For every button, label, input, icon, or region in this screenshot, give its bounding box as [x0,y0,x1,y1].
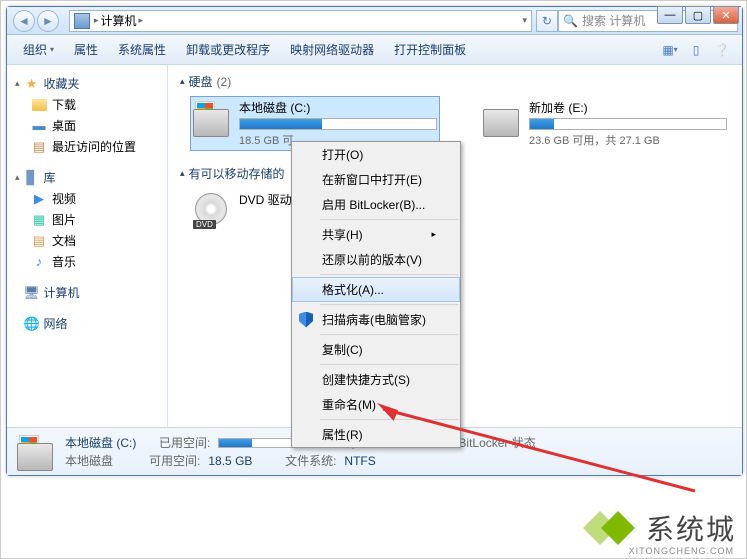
dropdown-icon[interactable]: ▾ [522,15,527,26]
drive-icon [17,433,57,471]
sidebar-item-videos[interactable]: ▶视频 [11,188,163,209]
view-menu[interactable]: ▦ ▾ [658,39,682,61]
sidebar-item-recent[interactable]: ▤最近访问的位置 [11,136,163,157]
menu-open[interactable]: 打开(O) [292,142,460,167]
menu-scan-virus[interactable]: 扫描病毒(电脑管家) [292,307,460,332]
map-drive-button[interactable]: 映射网络驱动器 [282,37,382,62]
drive-e[interactable]: 新加卷 (E:) 23.6 GB 可用，共 27.1 GB [480,96,730,151]
menu-open-new-window[interactable]: 在新窗口中打开(E) [292,167,460,192]
sidebar-item-pictures[interactable]: ▦图片 [11,209,163,230]
music-icon: ♪ [31,254,47,270]
properties-button[interactable]: 属性 [66,37,106,62]
library-icon: ▊ [24,170,40,186]
star-icon: ★ [24,76,40,92]
menu-properties[interactable]: 属性(R) [292,422,460,447]
computer-group[interactable]: ▴🖥计算机 [11,282,163,303]
hdd-group-header[interactable]: ▴硬盘 (2) [180,73,730,90]
minimize-button[interactable]: — [657,6,683,24]
title-bar: ◄ ► ▸ 计算机 ▸ ▾ ↻ 🔍 搜索 计算机 [7,7,742,35]
document-icon: ▤ [31,233,47,249]
navigation-pane: ▴★收藏夹 下载 ▬桌面 ▤最近访问的位置 ▴▊库 ▶视频 ▦图片 ▤文档 ♪音… [7,65,168,427]
menu-separator [320,304,458,305]
menu-format[interactable]: 格式化(A)... [292,277,460,302]
organize-menu[interactable]: 组织▾ [15,37,62,62]
libraries-group[interactable]: ▴▊库 [11,167,163,188]
menu-separator [320,219,458,220]
back-button[interactable]: ◄ [13,10,35,32]
video-icon: ▶ [31,191,47,207]
control-panel-button[interactable]: 打开控制面板 [386,37,474,62]
window-controls: — ▢ ✕ [657,6,739,24]
computer-icon [74,13,90,29]
forward-button[interactable]: ► [37,10,59,32]
close-button[interactable]: ✕ [713,6,739,24]
drive-icon [193,99,233,137]
sidebar-item-desktop[interactable]: ▬桌面 [11,115,163,136]
toolbar: 组织▾ 属性 系统属性 卸载或更改程序 映射网络驱动器 打开控制面板 ▦ ▾ ▯… [7,35,742,65]
status-drive-name: 本地磁盘 (C:) [65,434,136,451]
drive-name: 新加卷 (E:) [529,99,727,116]
sidebar-item-downloads[interactable]: 下载 [11,94,163,115]
maximize-button[interactable]: ▢ [685,6,711,24]
address-bar[interactable]: ▸ 计算机 ▸ ▾ [69,10,532,32]
watermark: 系统城 [588,508,736,548]
context-menu: 打开(O) 在新窗口中打开(E) 启用 BitLocker(B)... 共享(H… [291,141,461,448]
system-properties-button[interactable]: 系统属性 [110,37,174,62]
menu-restore-versions[interactable]: 还原以前的版本(V) [292,247,460,272]
usage-bar [529,118,727,130]
breadcrumb[interactable]: ▸ 计算机 ▸ [94,12,518,29]
menu-separator [320,364,458,365]
desktop-icon: ▬ [31,118,47,134]
usage-bar [239,118,437,130]
menu-separator [320,334,458,335]
help-button[interactable]: ❔ [710,39,734,61]
picture-icon: ▦ [31,212,47,228]
favorites-group[interactable]: ▴★收藏夹 [11,73,163,94]
shield-icon [298,312,314,328]
menu-separator [320,274,458,275]
recent-icon: ▤ [31,139,47,155]
computer-icon: 🖥 [24,285,40,301]
menu-copy[interactable]: 复制(C) [292,337,460,362]
dvd-icon: DVD [193,191,233,229]
refresh-button[interactable]: ↻ [536,10,558,32]
menu-create-shortcut[interactable]: 创建快捷方式(S) [292,367,460,392]
status-usage-bar [218,438,298,448]
menu-rename[interactable]: 重命名(M) [292,392,460,417]
search-icon: 🔍 [563,14,578,28]
drive-usage-text: 23.6 GB 可用，共 27.1 GB [529,132,727,148]
network-group[interactable]: ▴🌐网络 [11,313,163,334]
network-icon: 🌐 [24,316,40,332]
drive-icon [483,99,523,137]
uninstall-button[interactable]: 卸载或更改程序 [178,37,278,62]
sidebar-item-documents[interactable]: ▤文档 [11,230,163,251]
menu-share[interactable]: 共享(H)▸ [292,222,460,247]
folder-icon [32,99,47,111]
drive-name: 本地磁盘 (C:) [239,99,437,116]
sidebar-item-music[interactable]: ♪音乐 [11,251,163,272]
menu-bitlocker[interactable]: 启用 BitLocker(B)... [292,192,460,217]
status-drive-type: 本地磁盘 [65,452,113,469]
preview-pane-button[interactable]: ▯ [684,39,708,61]
submenu-arrow-icon: ▸ [431,229,436,240]
menu-separator [320,419,458,420]
